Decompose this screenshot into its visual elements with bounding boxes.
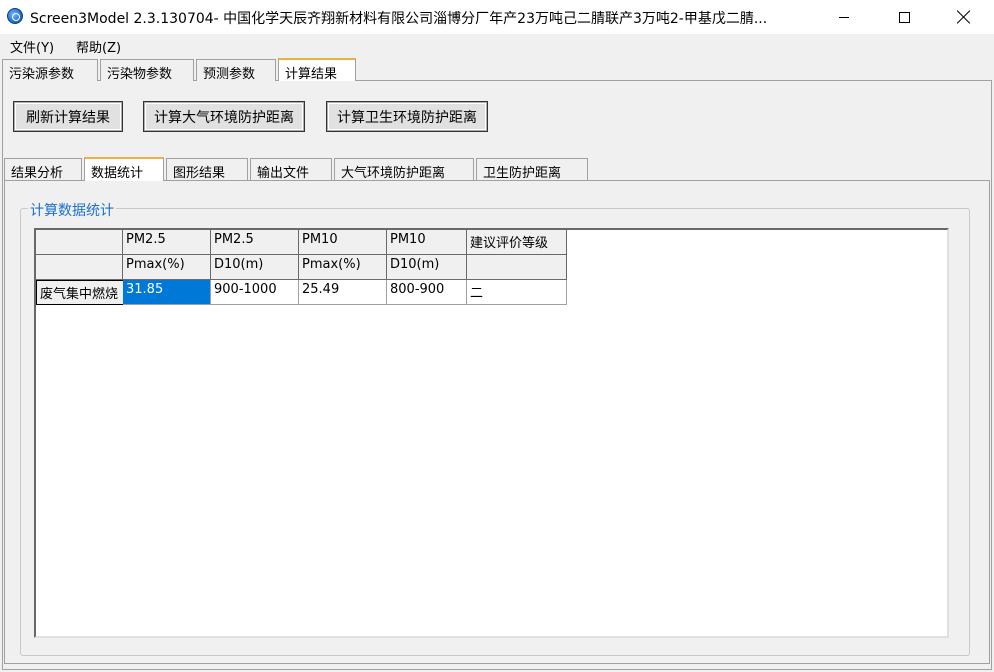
app-icon <box>7 8 23 24</box>
table-cell[interactable]: 二 <box>467 280 567 305</box>
table-cell[interactable]: 900-1000 <box>211 280 299 305</box>
window-title: Screen3Model 2.3.130704- 中国化学天辰齐翔新材料有限公司… <box>30 11 768 27</box>
column-header: PM10 <box>299 230 387 255</box>
menu-bar: 文件(Y) 帮助(Z) <box>0 34 994 56</box>
maximize-icon <box>898 11 910 23</box>
menu-file[interactable]: 文件(Y) <box>10 37 54 56</box>
table-cell[interactable]: 31.85 <box>123 280 211 305</box>
close-icon <box>957 10 971 24</box>
tab-output-files[interactable]: 输出文件 <box>250 158 332 181</box>
column-subheader: Pmax(%) <box>123 255 211 280</box>
tab-pollutant[interactable]: 污染物参数 <box>100 59 194 82</box>
statistics-grid[interactable]: PM2.5 PM2.5 PM10 PM10 建议评价等级 Pmax(%) D10… <box>34 228 949 638</box>
close-button[interactable] <box>934 0 994 34</box>
tab-pollution-source[interactable]: 污染源参数 <box>2 59 98 82</box>
menu-help[interactable]: 帮助(Z) <box>76 37 121 56</box>
column-subheader: Pmax(%) <box>299 255 387 280</box>
column-subheader: D10(m) <box>387 255 467 280</box>
tab-data-statistics[interactable]: 数据统计 <box>84 157 164 181</box>
tab-forecast[interactable]: 预测参数 <box>196 59 276 82</box>
minimize-icon <box>839 16 849 18</box>
tab-results[interactable]: 计算结果 <box>278 58 356 82</box>
row-header[interactable]: 废气集中燃烧 <box>36 280 124 305</box>
health-protection-distance-button[interactable]: 计算卫生环境防护距离 <box>326 101 488 132</box>
column-subheader: D10(m) <box>211 255 299 280</box>
column-header: PM2.5 <box>211 230 299 255</box>
tab-health-protection-distance[interactable]: 卫生防护距离 <box>476 158 588 181</box>
maximize-button[interactable] <box>874 0 934 34</box>
column-header: PM10 <box>387 230 467 255</box>
table-cell[interactable]: 800-900 <box>387 280 467 305</box>
tab-result-analysis[interactable]: 结果分析 <box>4 158 82 181</box>
tab-graph-results[interactable]: 图形结果 <box>166 158 248 181</box>
table-cell[interactable]: 25.49 <box>299 280 387 305</box>
minimize-button[interactable] <box>814 0 874 34</box>
column-subheader <box>467 255 567 280</box>
column-header: PM2.5 <box>123 230 211 255</box>
groupbox-title: 计算数据统计 <box>28 200 116 220</box>
corner-cell <box>36 255 123 280</box>
refresh-results-button[interactable]: 刷新计算结果 <box>13 101 123 132</box>
corner-cell <box>36 230 123 255</box>
column-header: 建议评价等级 <box>467 230 567 255</box>
tab-air-protection-distance[interactable]: 大气环境防护距离 <box>334 158 474 181</box>
air-protection-distance-button[interactable]: 计算大气环境防护距离 <box>143 101 305 132</box>
title-bar: Screen3Model 2.3.130704- 中国化学天辰齐翔新材料有限公司… <box>0 0 994 34</box>
